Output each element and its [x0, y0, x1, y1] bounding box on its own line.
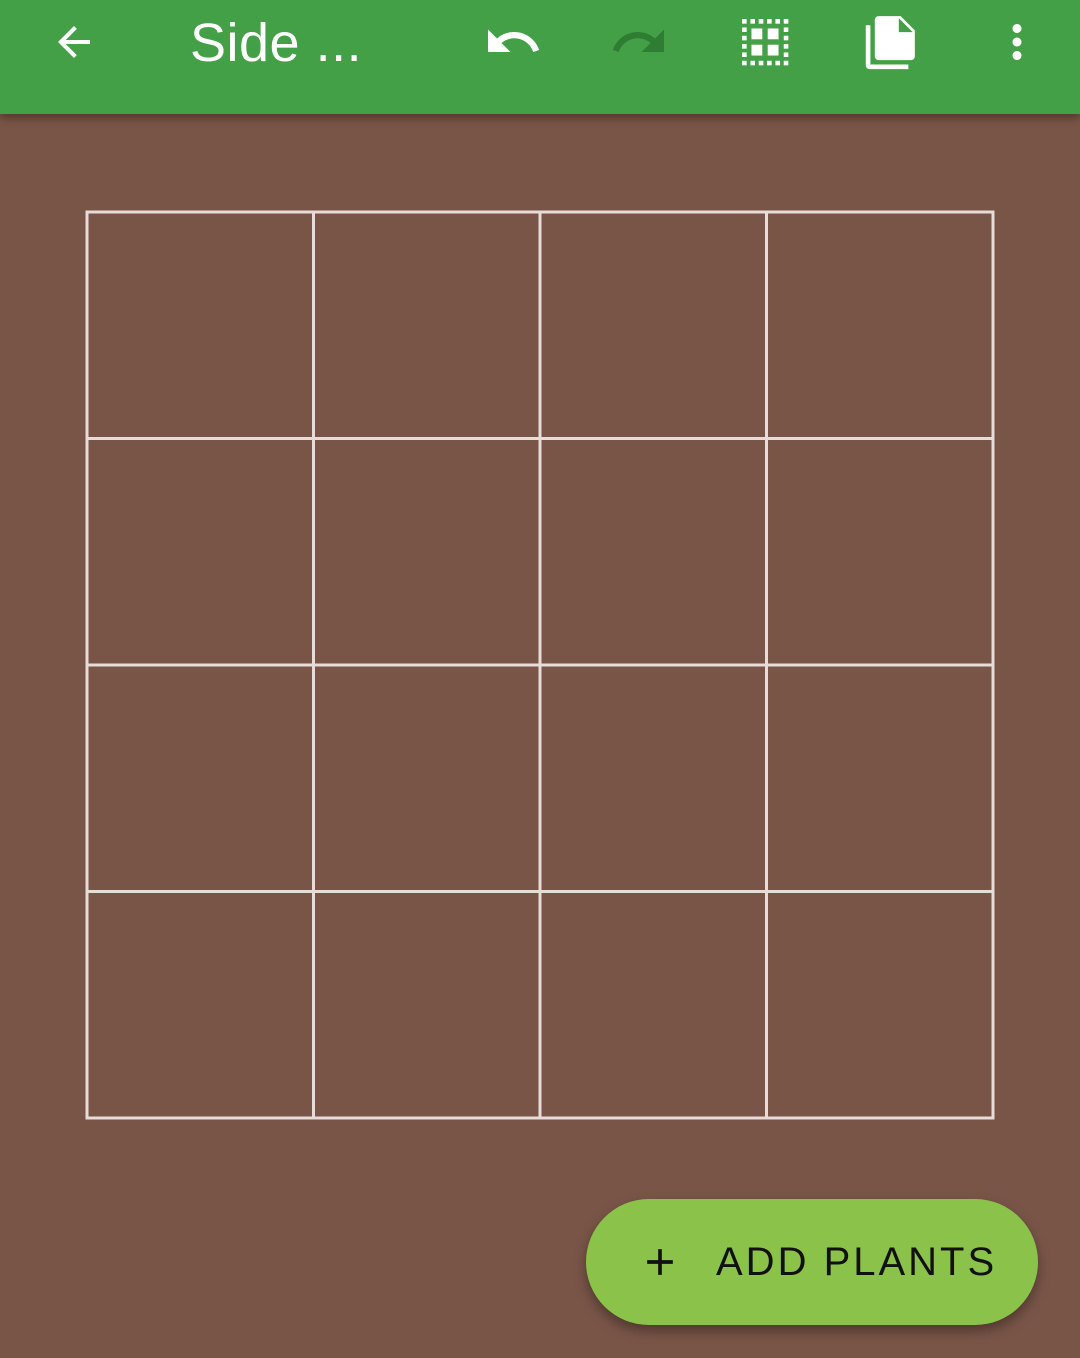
garden-canvas[interactable] — [0, 114, 1080, 1358]
add-plants-button[interactable]: ADD PLANTS — [586, 1199, 1038, 1325]
top-app-bar: Side ... — [0, 0, 1080, 114]
grid-cell-r3-c4[interactable] — [765, 663, 995, 893]
grid-cell-r2-c4[interactable] — [765, 437, 995, 667]
grid-cell-r4-c1[interactable] — [85, 890, 315, 1120]
more-options-button[interactable] — [982, 0, 1052, 84]
grid-cell-r2-c3[interactable] — [538, 437, 768, 667]
grid-cell-r3-c3[interactable] — [538, 663, 768, 893]
grid-toggle-button[interactable] — [722, 0, 808, 84]
arrow-back-icon — [58, 26, 90, 58]
redo-icon — [612, 29, 664, 52]
undo-button[interactable] — [470, 0, 556, 84]
grid-cell-r1-c1[interactable] — [85, 210, 315, 440]
garden-bed-grid[interactable] — [85, 210, 995, 1120]
copy-icon — [865, 16, 915, 70]
grid-cell-r3-c2[interactable] — [312, 663, 542, 893]
more-vert-icon — [1012, 24, 1022, 60]
undo-icon — [488, 29, 540, 52]
grid-cell-r2-c2[interactable] — [312, 437, 542, 667]
grid-cell-r1-c2[interactable] — [312, 210, 542, 440]
grid-cell-r4-c2[interactable] — [312, 890, 542, 1120]
grid-cell-r4-c4[interactable] — [765, 890, 995, 1120]
page-title: Side ... — [190, 13, 363, 73]
grid-toggle-icon — [742, 19, 789, 66]
redo-button[interactable] — [596, 0, 682, 84]
grid-cell-r1-c4[interactable] — [765, 210, 995, 440]
back-button[interactable] — [32, 0, 116, 84]
grid-cell-r4-c3[interactable] — [538, 890, 768, 1120]
grid-cell-r2-c1[interactable] — [85, 437, 315, 667]
plus-icon — [647, 1249, 673, 1275]
add-plants-label: ADD PLANTS — [716, 1239, 998, 1284]
copy-button[interactable] — [846, 0, 932, 84]
grid-cell-r1-c3[interactable] — [538, 210, 768, 440]
grid-cell-r3-c1[interactable] — [85, 663, 315, 893]
